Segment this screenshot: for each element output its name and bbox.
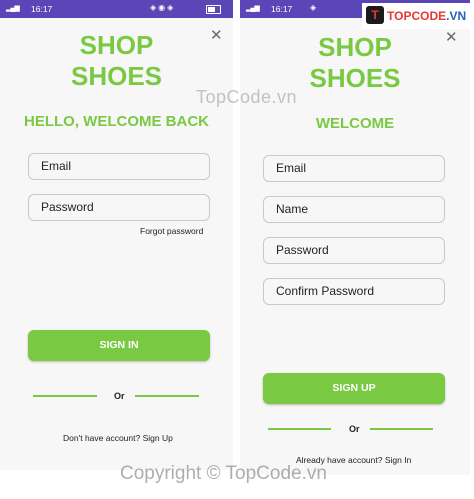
password-field[interactable]: Password — [28, 194, 210, 221]
or-label: Or — [114, 391, 125, 401]
welcome-heading: HELLO, WELCOME BACK — [24, 113, 209, 130]
topcode-logo-text-part1: TOPCODE — [387, 9, 447, 23]
name-field[interactable]: Name — [263, 196, 445, 223]
register-screen: ▂▄▆ 16:17 ◈ SHOP SHOES ✕ WELCOME Email N… — [240, 0, 470, 475]
topcode-logo-mark-icon: T — [366, 6, 384, 24]
forgot-password-link[interactable]: Forgot password — [140, 226, 203, 236]
watermark-center: TopCode.vn — [196, 87, 298, 107]
divider-left — [268, 428, 331, 430]
status-time: 16:17 — [271, 4, 293, 14]
topcode-logo: T TOPCODE.VN — [362, 3, 472, 29]
divider-right — [135, 395, 199, 397]
status-icons: ◈ — [310, 3, 319, 12]
battery-icon — [206, 5, 221, 14]
signal-icon: ▂▄▆ — [6, 5, 20, 12]
sign-up-button[interactable]: SIGN UP — [263, 373, 445, 404]
email-field[interactable]: Email — [28, 153, 210, 180]
brand-shop: SHOP — [318, 32, 392, 62]
welcome-heading: WELCOME — [315, 115, 395, 132]
close-icon[interactable]: ✕ — [210, 26, 223, 44]
status-time: 16:17 — [31, 4, 53, 14]
brand-shop: SHOP — [79, 30, 154, 60]
login-screen: ▂▄▆ 16:17 ◈◉◈ SHOP SHOES ✕ HELLO, WELCOM… — [0, 0, 233, 470]
screenshot-canvas: ▂▄▆ 16:17 ◈◉◈ SHOP SHOES ✕ HELLO, WELCOM… — [0, 0, 474, 499]
signup-link[interactable]: Don't have account? Sign Up — [63, 433, 173, 443]
password-field[interactable]: Password — [263, 237, 445, 264]
topcode-logo-text: TOPCODE.VN — [387, 9, 466, 23]
or-label: Or — [349, 424, 360, 434]
confirm-password-field[interactable]: Confirm Password — [263, 278, 445, 305]
status-bar: ▂▄▆ 16:17 ◈◉◈ — [0, 0, 233, 18]
sign-in-button[interactable]: SIGN IN — [28, 330, 210, 361]
close-icon[interactable]: ✕ — [445, 28, 458, 46]
divider-left — [33, 395, 97, 397]
divider-right — [370, 428, 433, 430]
status-icons: ◈◉◈ — [150, 3, 176, 12]
email-field[interactable]: Email — [263, 155, 445, 182]
signal-icon: ▂▄▆ — [246, 5, 260, 12]
watermark-copyright: Copyright © TopCode.vn — [120, 463, 327, 484]
topcode-logo-text-part2: .VN — [446, 9, 467, 23]
